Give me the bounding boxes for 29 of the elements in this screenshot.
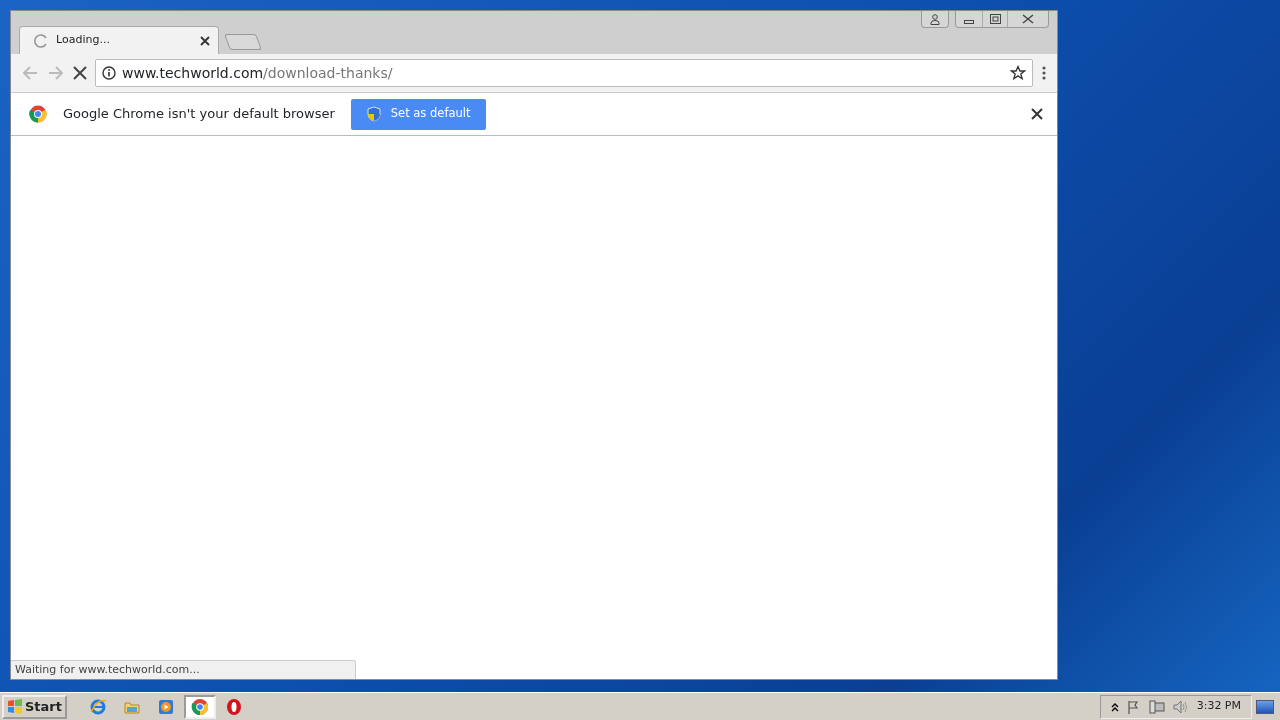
shield-icon [366,106,381,122]
url-text: www.techworld.com/download-thanks/ [122,63,394,83]
media-player-icon [157,697,175,716]
clock[interactable]: 3:32 PM [1196,698,1241,715]
tab-title: Loading... [56,32,111,49]
loading-spinner-icon [34,33,48,48]
menu-icon[interactable] [1041,65,1047,81]
star-icon[interactable] [1010,65,1026,81]
close-icon[interactable] [1031,108,1043,120]
default-browser-message: Google Chrome isn't your default browser [63,105,335,124]
chevron-up-icon[interactable] [1110,701,1119,712]
speaker-icon[interactable] [1172,699,1189,714]
network-icon[interactable] [1148,699,1165,714]
ie-icon [89,697,107,716]
close-icon[interactable] [200,35,210,46]
windows-logo-icon [7,699,23,714]
chrome-logo-icon [29,105,47,123]
flag-icon[interactable] [1126,699,1141,714]
opera-logo-icon [225,697,243,716]
browser-tab[interactable]: Loading... [19,26,219,54]
taskbar-button[interactable] [184,694,216,719]
restore-icon[interactable] [982,11,1008,27]
stop-icon[interactable] [73,66,87,80]
chrome-logo-icon [191,697,209,716]
status-bubble: Waiting for www.techworld.com... [11,659,356,679]
info-icon[interactable] [102,66,116,80]
show-desktop-button[interactable] [1256,699,1274,714]
start-button[interactable]: Start [2,694,67,719]
address-bar[interactable]: www.techworld.com/download-thanks/ [95,59,1033,87]
